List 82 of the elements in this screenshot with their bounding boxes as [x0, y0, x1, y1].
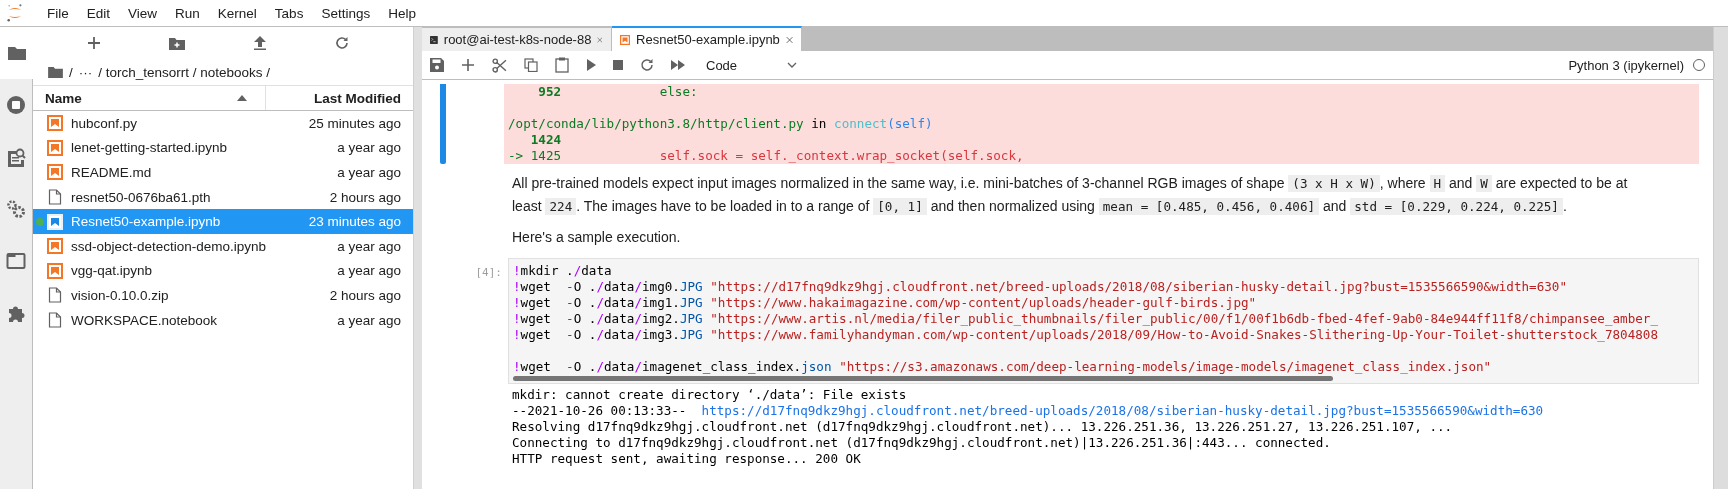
gears-icon[interactable]: [6, 199, 26, 219]
restart-icon[interactable]: [640, 58, 654, 72]
notebook-file-icon: [47, 115, 63, 132]
error-traceback-output: 952 else: /opt/conda/lib/python3.8/http/client.py in connect(self) 1424 -> 1425 self.sock = self._context.wrap_socket(self.sock,: [504, 84, 1699, 164]
file-icon: [47, 312, 63, 329]
paste-clipboard-icon[interactable]: [555, 57, 569, 73]
menu-item[interactable]: File: [38, 5, 78, 21]
menu-item[interactable]: Tabs: [265, 5, 313, 21]
menu-item[interactable]: Settings: [312, 5, 380, 21]
file-icon: [47, 287, 63, 304]
notebook-file-icon: [47, 213, 63, 230]
breadcrumb-link[interactable]: / torch_tensorrt / notebooks /: [98, 64, 271, 80]
file-name: README.md: [71, 165, 153, 180]
markdown-paragraph: Here's a sample execution.: [512, 228, 682, 247]
chevron-down-icon: [787, 62, 798, 68]
code-editor[interactable]: !mkdir ./data !wget -O ./data/img0.JPG "https://d17fnq9dkz9hgj.cloudfront.net/breed-uploads/2018/08/siberian-husky-detail.jpg?bust=1535566590&width=630" !wget -O ./data/img1.JPG "https://www.hakaimagazine.com/wp-content/uploads/header-gulf-birds.jpg" !wget -O ./data/img2.JPG "https://www.artis.nl/media/filer_public_thumbnails/filer_public/00/f1/00f1b6db-fbed-4fef-9ab0-84e944ff11f8/chimpansee_amber_ !wget -O ./data/img3.JPG "https://www.familyhandyman.com/wp-content/uploads/2018/09/How-to-Avoid-Snakes-Slithering-Up-Your-Toilet-shutterstock_7804808 !wget -O ./data/imagenet_class_index.json "https://s3.amazonaws.com/deep-learning-models/image-models/imagenet_class_index.json": [508, 258, 1699, 384]
menu-item[interactable]: Help: [379, 5, 425, 21]
menu-item[interactable]: Kernel: [208, 5, 266, 21]
file-name: Resnet50-example.ipynb: [71, 214, 222, 230]
file-list-item[interactable]: vision-0.10.0.zip 2 hours ago: [33, 283, 413, 308]
file-modified-time: a year ago: [337, 263, 402, 279]
save-icon[interactable]: [430, 58, 444, 72]
file-name: hubconf.py: [71, 115, 139, 131]
file-list-item[interactable]: README.md a year ago: [33, 160, 413, 185]
folder-icon[interactable]: [6, 45, 27, 61]
file-modified-time: 25 minutes ago: [308, 115, 402, 131]
notebook-file-icon: [47, 262, 63, 279]
cell-output-text: mkdir: cannot create directory ‘./data’: File exists --2021-10-26 00:13:33-- https://d17fnq9dkz9hgj.cloudfront.net/breed-uploads/2018/08/siberian-husky-detail.jpg?bust=1535566590&width=630 Resolving d17fnq9dkz9hgj.cloudfront.net (d17fnq9dkz9hgj.cloudfront.net)... 13.226.251.36, 13.226.251.27, 13.226.251.107, ... Connecting to d17fnq9dkz9hgj.cloudfront.net (d17fnq9dkz9hgj.cloudfront.net)|13.226.251.36|:443... connected. HTTP request sent, awaiting response... 200 OK: [511, 386, 1545, 467]
property-inspector-icon[interactable]: [6, 147, 26, 167]
file-list-item[interactable]: vgg-qat.ipynb a year ago: [33, 258, 413, 284]
vertical-scrollbar[interactable]: [1713, 27, 1728, 489]
file-modified-time: a year ago: [337, 312, 402, 328]
file-list-item[interactable]: lenet-getting-started.ipynb a year ago: [33, 135, 413, 161]
file-icon: [47, 189, 63, 206]
execution-count-prompt: [4]:: [474, 265, 503, 281]
upload-icon[interactable]: [253, 36, 267, 50]
file-modified-time: 23 minutes ago: [308, 214, 402, 230]
kernel-name[interactable]: Python 3 (ipykernel): [1568, 57, 1684, 73]
refresh-icon[interactable]: [335, 36, 349, 50]
cut-scissors-icon[interactable]: [492, 57, 507, 73]
menu-item[interactable]: Edit: [77, 5, 120, 21]
file-name: lenet-getting-started.ipynb: [71, 140, 229, 156]
cell-type-dropdown[interactable]: Code: [702, 55, 802, 75]
file-list-item[interactable]: hubconf.py 25 minutes ago: [33, 111, 413, 136]
notebook-icon: [620, 32, 631, 47]
file-modified-time: a year ago: [337, 165, 402, 180]
notebook-file-icon: [47, 164, 63, 181]
stop-circle-icon[interactable]: [6, 95, 26, 115]
notebook-file-icon: [47, 238, 63, 255]
file-list-item[interactable]: resnet50-0676ba61.pth 2 hours ago: [33, 184, 413, 210]
column-header[interactable]: Last Modified: [266, 86, 413, 110]
breadcrumb-link[interactable]: /: [69, 64, 73, 80]
markdown-paragraph: All pre-trained models expect input images normalized in the same way, i.e. mini-batches of 3-channel RGB images of shape (3 x H x W) , where H and W are expected to be at least 224 . The images have to be loaded in to a range of [0, 1] and then normalized using mean = [0.485, 0.456, 0.406] and std = [0.229, 0.224, 0.225] .: [512, 174, 1629, 217]
file-modified-time: 2 hours ago: [329, 189, 402, 205]
file-modified-time: a year ago: [337, 238, 402, 254]
column-header[interactable]: Name: [33, 86, 266, 110]
file-list-item[interactable]: WORKSPACE.notebook a year ago: [33, 307, 413, 333]
breadcrumb-link[interactable]: ···: [78, 64, 93, 80]
add-cell-plus-icon[interactable]: [461, 58, 475, 72]
jupyter-logo-icon: [6, 3, 24, 23]
menu-item[interactable]: Run: [166, 5, 209, 21]
new-launcher-plus-icon[interactable]: [87, 36, 101, 50]
tabs-icon[interactable]: [6, 252, 26, 270]
horizontal-scrollbar[interactable]: [513, 376, 1333, 381]
file-name: vision-0.10.0.zip: [71, 287, 170, 303]
fast-forward-icon[interactable]: [671, 60, 685, 70]
file-name: WORKSPACE.notebook: [71, 312, 219, 328]
copy-icon[interactable]: [524, 58, 538, 72]
new-folder-icon[interactable]: [169, 36, 185, 50]
file-name: resnet50-0676ba61.pth: [71, 189, 212, 205]
file-list-item[interactable]: ssd-object-detection-demo.ipynb a year ago: [33, 233, 413, 259]
menu-item[interactable]: View: [119, 5, 167, 21]
folder-icon[interactable]: [48, 66, 63, 78]
file-name: ssd-object-detection-demo.ipynb: [71, 238, 268, 254]
document-tab[interactable]: root@ai-test-k8s-node-88: [422, 28, 612, 51]
document-tab[interactable]: Resnet50-example.ipynb: [612, 26, 802, 51]
file-name: vgg-qat.ipynb: [71, 263, 154, 279]
file-modified-time: a year ago: [337, 140, 402, 156]
run-play-icon[interactable]: [586, 59, 596, 71]
active-cell-marker[interactable]: [440, 84, 446, 164]
file-modified-time: 2 hours ago: [329, 287, 402, 303]
notebook-file-icon: [47, 139, 63, 156]
